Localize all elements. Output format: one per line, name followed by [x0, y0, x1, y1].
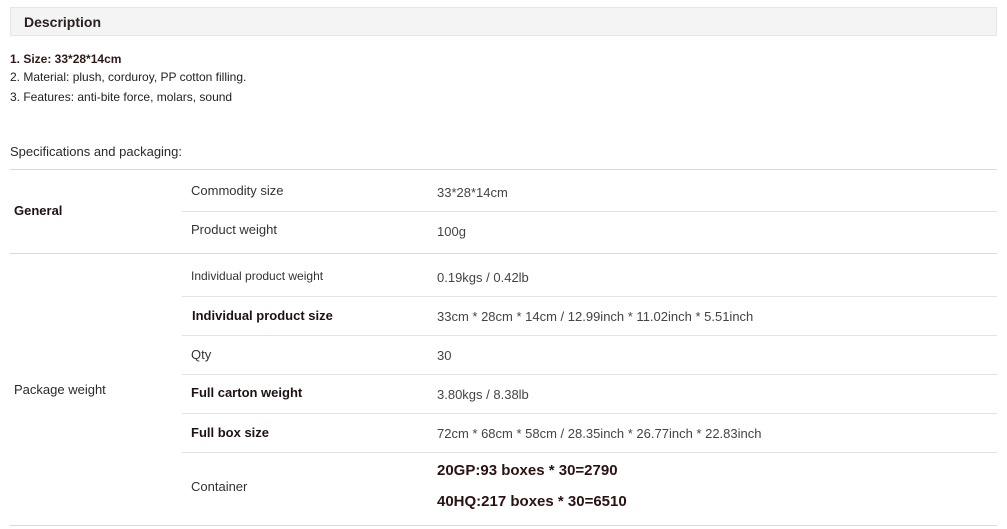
row-value-product-weight: 100g: [437, 224, 466, 239]
row-divider: [182, 374, 997, 375]
row-value-individual-size: 33cm * 28cm * 14cm / 12.99inch * 11.02in…: [437, 309, 754, 324]
row-divider: [182, 296, 997, 297]
row-value-commodity-size: 33*28*14cm: [437, 185, 508, 200]
row-label-product-weight: Product weight: [191, 222, 277, 237]
row-value-container-20gp: 20GP:93 boxes * 30=2790: [437, 462, 618, 479]
table-top-border: [10, 169, 997, 170]
row-value-individual-weight: 0.19kgs / 0.42lb: [437, 270, 529, 285]
row-value-container-40hq: 40HQ:217 boxes * 30=6510: [437, 493, 627, 510]
row-label-full-carton-weight: Full carton weight: [191, 385, 303, 400]
row-divider: [182, 452, 997, 453]
row-label-individual-size: Individual product size: [192, 308, 333, 323]
row-divider: [182, 413, 997, 414]
row-label-full-box-size: Full box size: [191, 425, 270, 440]
group-label-general: General: [14, 203, 63, 218]
group-label-package-weight: Package weight: [14, 382, 106, 397]
group-divider: [10, 253, 997, 254]
row-value-qty: 30: [437, 348, 452, 363]
row-label-container: Container: [191, 479, 248, 494]
row-label-qty: Qty: [191, 347, 212, 362]
row-divider: [182, 335, 997, 336]
spec-section-title: Specifications and packaging:: [10, 144, 183, 159]
description-line-size: 1. Size: 33*28*14cm: [10, 52, 122, 66]
row-divider: [182, 211, 997, 212]
row-value-full-carton-weight: 3.80kgs / 8.38lb: [437, 387, 529, 402]
description-title: Description: [24, 14, 102, 30]
description-line-features: 3. Features: anti-bite force, molars, so…: [10, 90, 233, 104]
description-header: Description: [10, 7, 997, 36]
row-label-individual-weight: Individual product weight: [191, 269, 324, 283]
row-value-full-box-size: 72cm * 68cm * 58cm / 28.35inch * 26.77in…: [437, 426, 762, 441]
description-line-material: 2. Material: plush, corduroy, PP cotton …: [10, 70, 247, 84]
table-bottom-border: [10, 525, 997, 526]
row-label-commodity-size: Commodity size: [191, 183, 284, 198]
